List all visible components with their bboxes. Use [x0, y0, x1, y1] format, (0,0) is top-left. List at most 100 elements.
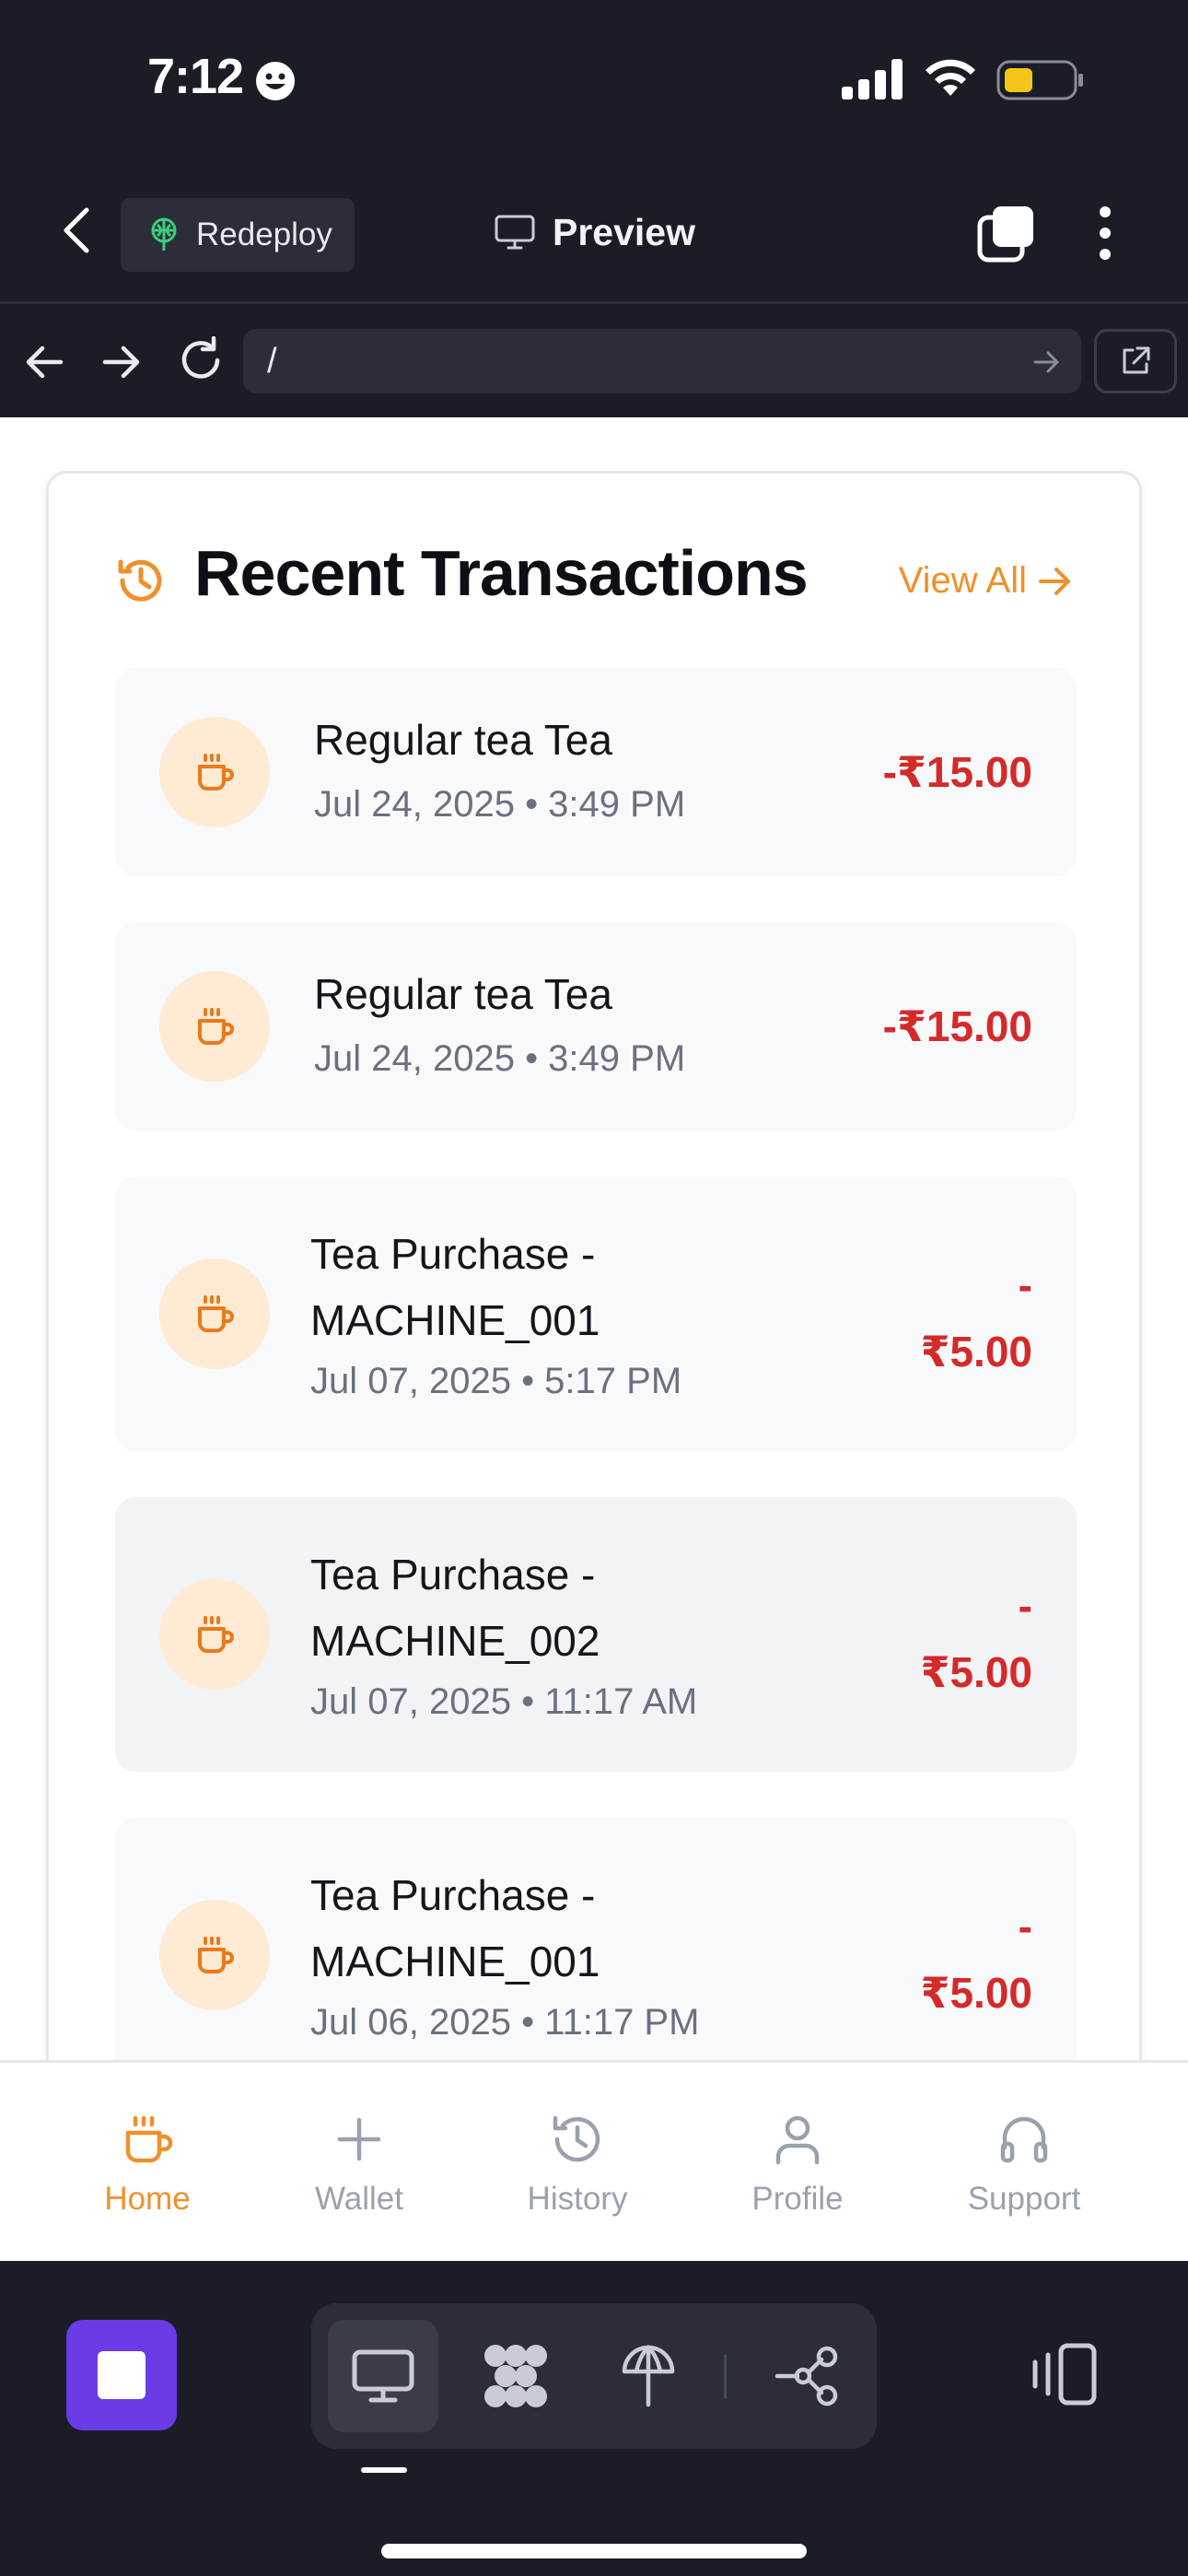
open-external-button[interactable]	[1094, 329, 1177, 393]
view-all-label: View All	[898, 560, 1027, 601]
transaction-item[interactable]: Tea Purchase - MACHINE_001 Jul 07, 2025 …	[115, 1177, 1077, 1451]
status-bar: 7:12	[0, 0, 1188, 157]
deploy-tool-button[interactable]	[593, 2320, 704, 2432]
transaction-item[interactable]: Regular tea Tea Jul 24, 2025 • 3:49 PM -…	[115, 668, 1077, 876]
tab-label: Profile	[751, 2181, 844, 2217]
amount-value: ₹5.00	[920, 1328, 1032, 1376]
transaction-amount: - ₹5.00	[920, 1573, 1032, 1705]
go-arrow-icon[interactable]	[1033, 349, 1061, 375]
home-indicator	[381, 2544, 807, 2558]
deploy-icon	[622, 2344, 675, 2407]
transaction-amount: - ₹5.00	[920, 1252, 1032, 1385]
preview-title: Preview	[494, 205, 695, 260]
redeploy-button[interactable]: Redeploy	[121, 198, 355, 272]
bottom-tab-bar: Home Wallet History Profile Support	[0, 2060, 1188, 2261]
transaction-item[interactable]: Regular tea Tea Jul 24, 2025 • 3:49 PM -…	[115, 922, 1077, 1130]
reload-icon[interactable]	[177, 336, 225, 384]
status-time: 7:12	[147, 49, 244, 104]
cellular-signal-icon	[842, 59, 903, 100]
more-options-icon[interactable]	[1092, 205, 1118, 262]
headphones-icon	[1000, 2116, 1048, 2163]
coffee-cup-icon	[159, 1579, 270, 1690]
wifi-icon	[926, 59, 975, 96]
transaction-date: Jul 24, 2025 • 3:49 PM	[314, 784, 686, 825]
transaction-name-line: MACHINE_001	[310, 1296, 600, 1344]
extensions-tool-button[interactable]	[460, 2320, 571, 2432]
stop-icon	[98, 2351, 146, 2399]
preview-tool-button[interactable]	[328, 2320, 438, 2432]
transaction-name: Tea Purchase - MACHINE_001	[310, 1862, 789, 1995]
preview-label: Preview	[553, 210, 695, 253]
amount-sign: -	[1018, 1261, 1032, 1309]
arrow-right-icon[interactable]	[99, 340, 144, 384]
transaction-date: Jul 07, 2025 • 11:17 AM	[310, 1681, 698, 1722]
coffee-cup-icon	[159, 717, 270, 827]
card-title: Recent Transactions	[194, 537, 809, 609]
active-tool-indicator	[361, 2467, 407, 2473]
transaction-date: Jul 07, 2025 • 5:17 PM	[310, 1361, 682, 1401]
view-all-link[interactable]: View All	[899, 560, 1073, 602]
tool-separator	[724, 2355, 727, 2399]
tab-label: History	[527, 2181, 628, 2217]
device-switch-icon[interactable]	[1030, 2342, 1100, 2406]
url-text: /	[267, 342, 277, 381]
transaction-amount: -₹15.00	[882, 1002, 1032, 1050]
coffee-cup-icon	[159, 971, 270, 1082]
card-header: Recent Transactions View All	[115, 536, 1073, 619]
plus-icon	[337, 2117, 381, 2161]
arrow-left-icon[interactable]	[22, 340, 66, 384]
user-icon	[775, 2115, 820, 2165]
transaction-name: Regular tea Tea	[314, 716, 612, 764]
deploy-icon	[151, 217, 177, 251]
transaction-name-line: MACHINE_002	[310, 1617, 600, 1665]
tabs-button[interactable]	[976, 203, 1037, 263]
monitor-icon	[495, 215, 535, 250]
transaction-name-line: MACHINE_001	[310, 1938, 600, 1985]
transaction-name-line: Tea Purchase -	[310, 1551, 596, 1598]
tab-home[interactable]: Home	[55, 2111, 239, 2218]
amount-value: ₹5.00	[920, 1648, 1032, 1696]
transaction-name: Tea Purchase - MACHINE_002	[310, 1541, 789, 1674]
tool-group	[311, 2303, 877, 2449]
coffee-cup-icon	[159, 1900, 270, 2010]
tab-wallet[interactable]: Wallet	[267, 2111, 451, 2218]
tab-support[interactable]: Support	[932, 2111, 1116, 2218]
arrow-right-icon	[1039, 567, 1070, 595]
amount-sign: -	[1018, 1903, 1032, 1950]
transaction-name: Regular tea Tea	[314, 970, 612, 1018]
tab-label: Support	[967, 2181, 1081, 2217]
transaction-item[interactable]: Tea Purchase - MACHINE_001 Jul 06, 2025 …	[115, 1818, 1077, 2060]
workflow-icon	[775, 2346, 838, 2406]
external-link-icon	[1123, 346, 1150, 374]
tab-label: Home	[104, 2181, 191, 2217]
transaction-name-line: Tea Purchase -	[310, 1230, 596, 1278]
coffee-cup-icon	[159, 1259, 270, 1369]
transaction-date: Jul 24, 2025 • 3:49 PM	[314, 1038, 686, 1079]
transaction-amount: -₹15.00	[882, 748, 1032, 796]
back-button[interactable]	[55, 205, 99, 256]
battery-icon	[996, 60, 1083, 100]
history-icon	[118, 559, 162, 602]
transaction-name-line: Tea Purchase -	[310, 1871, 596, 1919]
transaction-name: Tea Purchase - MACHINE_001	[310, 1221, 789, 1353]
web-preview-viewport[interactable]: Recent Transactions View All Regular tea…	[0, 417, 1188, 2060]
stop-button[interactable]	[66, 2320, 177, 2430]
transaction-item[interactable]: Tea Purchase - MACHINE_002 Jul 07, 2025 …	[115, 1497, 1077, 1772]
transaction-amount: - ₹5.00	[920, 1893, 1032, 2026]
tab-label: Wallet	[315, 2181, 403, 2217]
history-icon	[553, 2115, 600, 2162]
smiley-icon	[256, 62, 295, 100]
recent-transactions-card: Recent Transactions View All Regular tea…	[46, 471, 1142, 2060]
tab-profile[interactable]: Profile	[705, 2111, 890, 2218]
extensions-icon	[484, 2345, 547, 2407]
workflow-tool-button[interactable]	[751, 2320, 862, 2432]
coffee-cup-icon	[125, 2115, 173, 2163]
transaction-date: Jul 06, 2025 • 11:17 PM	[310, 2002, 700, 2043]
redeploy-label: Redeploy	[196, 217, 332, 252]
monitor-icon	[352, 2349, 414, 2403]
url-input[interactable]: /	[243, 329, 1081, 393]
tab-history[interactable]: History	[485, 2111, 670, 2218]
app-header: Redeploy Preview	[0, 157, 1188, 304]
browser-bar: /	[0, 307, 1188, 417]
amount-sign: -	[1018, 1582, 1032, 1630]
